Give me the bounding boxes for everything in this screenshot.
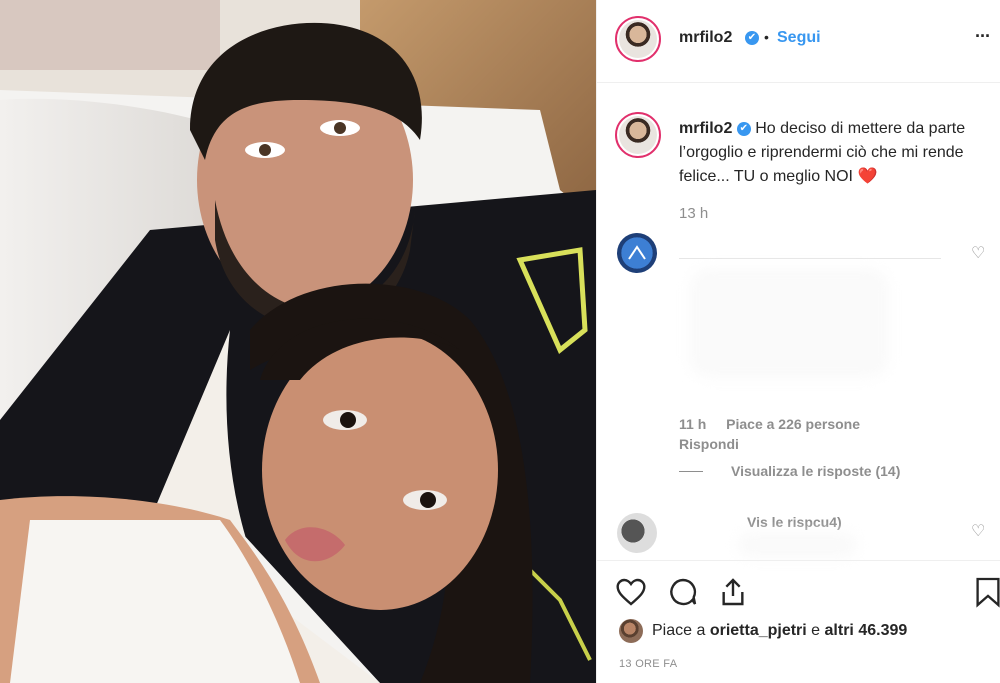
comment-like-icon[interactable]: ♡ <box>971 246 987 262</box>
avatar-photo <box>619 20 657 58</box>
commenter-logo-icon <box>628 245 646 260</box>
caption-time[interactable]: 13 h <box>679 205 708 222</box>
post-photo[interactable] <box>0 0 596 683</box>
heart-emoji: ❤️ <box>857 168 878 185</box>
post-details-panel: mrfilo2 ✔ • Segui ··· mrfilo2 ✔ Ho decis… <box>596 0 1000 683</box>
redacted-comment <box>737 532 857 558</box>
post-header: mrfilo2 ✔ • Segui ··· <box>597 0 1000 83</box>
commenter-avatar[interactable] <box>617 513 657 553</box>
actions-bar <box>597 560 1000 561</box>
comment-like-icon[interactable]: ♡ <box>971 524 987 540</box>
caption-username[interactable]: mrfilo2 <box>679 120 732 137</box>
post-timestamp[interactable]: 13 ORE FA <box>619 658 677 670</box>
comment-meta: 11 h Piace a 226 persone <box>679 416 860 432</box>
reply-button[interactable]: Rispondi <box>679 436 739 452</box>
caption-text: mrfilo2 ✔ Ho deciso di mettere da parte … <box>679 117 989 189</box>
selfie-image <box>0 0 596 683</box>
redacted-username <box>679 258 941 259</box>
separator-dot: • <box>764 29 769 45</box>
partial-comment-text: Vis le rispcu4) <box>747 514 842 530</box>
comment-time[interactable]: 11 h <box>679 416 706 432</box>
likes-mid: e <box>806 622 825 639</box>
more-options-icon[interactable]: ··· <box>975 26 991 47</box>
view-replies-link[interactable]: Visualizza le risposte (14) <box>731 463 900 479</box>
likes-others[interactable]: altri 46.399 <box>825 622 908 639</box>
liker-avatar[interactable] <box>619 619 643 643</box>
author-avatar[interactable] <box>615 16 661 62</box>
liker-username[interactable]: orietta_pjetri <box>710 622 807 639</box>
likes-summary: Piace a orietta_pjetri e altri 46.399 <box>652 622 907 640</box>
share-icon[interactable] <box>717 576 749 608</box>
comment-bubble-icon[interactable] <box>667 576 699 608</box>
likes-prefix: Piace a <box>652 622 710 639</box>
verified-badge-icon: ✔ <box>745 31 759 45</box>
redacted-comment <box>689 268 889 378</box>
replies-divider <box>679 471 703 472</box>
save-bookmark-icon[interactable] <box>975 576 1000 608</box>
follow-button[interactable]: Segui <box>777 29 821 47</box>
comment-likes[interactable]: Piace a 226 persone <box>726 416 860 432</box>
like-heart-icon[interactable] <box>615 576 647 608</box>
verified-badge-icon: ✔ <box>736 121 751 136</box>
caption-avatar[interactable] <box>615 112 661 158</box>
commenter-avatar[interactable] <box>617 233 657 273</box>
avatar-photo <box>619 116 657 154</box>
author-username[interactable]: mrfilo2 <box>679 29 732 47</box>
